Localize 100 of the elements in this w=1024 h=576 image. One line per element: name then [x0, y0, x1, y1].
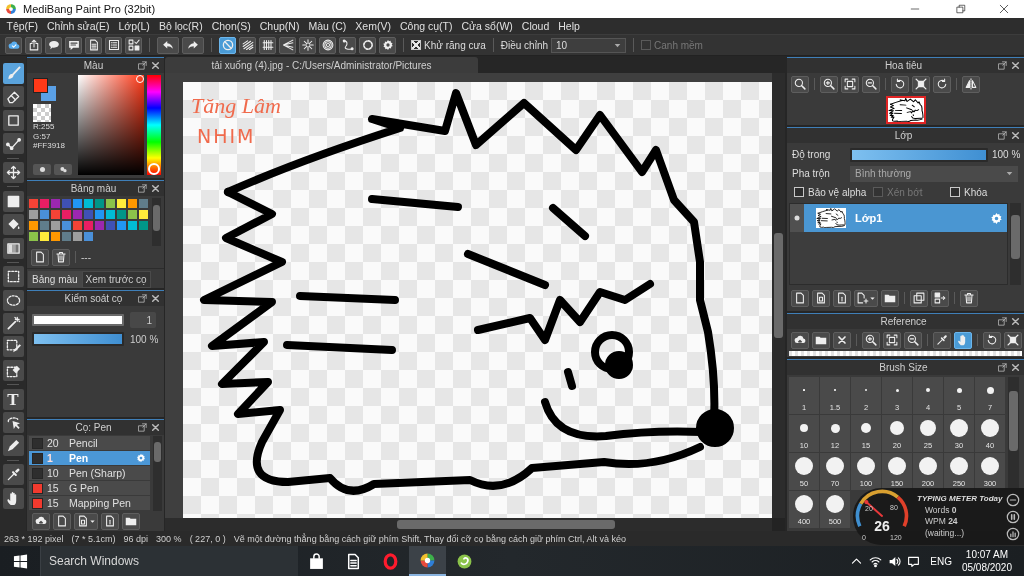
- color-swatch-icon[interactable]: [128, 199, 137, 208]
- hue-slider[interactable]: [147, 75, 161, 175]
- color-swatch-icon[interactable]: [95, 199, 104, 208]
- close-icon[interactable]: [151, 61, 160, 70]
- message-icon[interactable]: [907, 554, 921, 568]
- tool-button[interactable]: [2, 289, 24, 311]
- pause-circle-icon[interactable]: [1006, 509, 1020, 524]
- color-swatch-icon[interactable]: [117, 221, 126, 230]
- color-swatch-icon[interactable]: [40, 199, 49, 208]
- color-swatch-icon[interactable]: [106, 221, 115, 230]
- blend-mode-dropdown[interactable]: Bình thường: [850, 165, 1018, 182]
- color-swatch-icon[interactable]: [139, 199, 148, 208]
- float-window-icon[interactable]: [138, 61, 147, 70]
- color-swatch-icon[interactable]: [117, 199, 126, 208]
- navigator-button[interactable]: [820, 75, 838, 93]
- vertical-scrollbar[interactable]: [772, 73, 785, 518]
- close-icon[interactable]: [1011, 317, 1020, 326]
- layer-action-button[interactable]: [833, 289, 851, 307]
- color-swatch-icon[interactable]: [73, 210, 82, 219]
- navigator-button[interactable]: [962, 75, 980, 93]
- menu-item[interactable]: Tệp(F): [2, 20, 43, 32]
- menu-item[interactable]: Chọn(S): [207, 20, 256, 32]
- panel-tab[interactable]: Bảng màu: [28, 271, 82, 288]
- tool-button[interactable]: [2, 161, 24, 183]
- color-swatch-icon[interactable]: [117, 210, 126, 219]
- reference-button[interactable]: [833, 331, 851, 349]
- document-tab[interactable]: tải xuống (4).jpg - C:/Users/Administrator/Pictures: [165, 57, 478, 73]
- brush-action-button[interactable]: [122, 512, 140, 530]
- menu-item[interactable]: Công cụ(T): [395, 20, 457, 32]
- navigator-button[interactable]: [891, 75, 909, 93]
- tool-button[interactable]: [2, 237, 24, 259]
- tool-button[interactable]: [2, 190, 24, 212]
- redo-button[interactable]: [182, 36, 204, 54]
- color-swatch-icon[interactable]: [84, 199, 93, 208]
- clock-date[interactable]: 05/08/2020: [961, 561, 1012, 574]
- navigator-button[interactable]: [912, 75, 930, 93]
- color-swatch-icon[interactable]: [29, 199, 38, 208]
- layer-action-button[interactable]: [854, 289, 878, 307]
- close-icon[interactable]: [1011, 363, 1020, 372]
- reference-button[interactable]: [983, 331, 1001, 349]
- toolbar-button[interactable]: [45, 36, 62, 54]
- color-swatch-icon[interactable]: [95, 221, 104, 230]
- reference-button[interactable]: [812, 331, 830, 349]
- color-swatch-icon[interactable]: [84, 210, 93, 219]
- scrollbar-thumb[interactable]: [397, 520, 615, 529]
- scrollbar-thumb[interactable]: [153, 205, 160, 231]
- gear-icon[interactable]: [136, 453, 146, 463]
- scrollbar-thumb[interactable]: [774, 233, 783, 338]
- delete-palette-button[interactable]: [52, 248, 70, 266]
- toolbar-button[interactable]: [5, 36, 22, 54]
- layer-action-button[interactable]: [812, 289, 830, 307]
- color-swatch-icon[interactable]: [62, 221, 71, 230]
- color-swatch-icon[interactable]: [73, 221, 82, 230]
- tool-button[interactable]: [2, 86, 24, 108]
- reference-button[interactable]: [904, 331, 922, 349]
- color-swatch-icon[interactable]: [84, 221, 93, 230]
- scrollbar-thumb[interactable]: [1009, 391, 1018, 451]
- color-swatch-icon[interactable]: [51, 199, 60, 208]
- color-swatch-icon[interactable]: [128, 221, 137, 230]
- tool-button[interactable]: [2, 412, 24, 434]
- color-picker-square[interactable]: [78, 75, 144, 175]
- color-swatch-icon[interactable]: [95, 210, 104, 219]
- brush-size-field[interactable]: 1: [130, 312, 156, 328]
- toolbar-button[interactable]: [125, 36, 142, 54]
- brush-action-button[interactable]: [74, 512, 98, 530]
- color-mode-button[interactable]: [54, 164, 72, 175]
- toolbar-button[interactable]: [105, 36, 122, 54]
- brush-action-button[interactable]: [32, 512, 50, 530]
- tool-button[interactable]: [2, 109, 24, 131]
- antialias-checkbox[interactable]: [411, 40, 421, 50]
- scrollbar-thumb[interactable]: [154, 442, 161, 462]
- toolbar-button[interactable]: [65, 36, 82, 54]
- reference-button[interactable]: [862, 331, 880, 349]
- color-swatch-icon[interactable]: [128, 210, 137, 219]
- tool-button[interactable]: [2, 266, 24, 288]
- menu-item[interactable]: Xem(V): [350, 20, 396, 32]
- visibility-dot-icon[interactable]: [793, 214, 801, 222]
- language-indicator[interactable]: ENG: [930, 555, 952, 567]
- brush-list-item[interactable]: 20 Pencil: [29, 436, 150, 451]
- tool-button[interactable]: [2, 214, 24, 236]
- color-swatch-icon[interactable]: [51, 221, 60, 230]
- color-swatch-icon[interactable]: [62, 199, 71, 208]
- layer-action-button[interactable]: [960, 289, 978, 307]
- color-swatch-icon[interactable]: [29, 232, 38, 241]
- color-swatch-icon[interactable]: [106, 199, 115, 208]
- brush-list-item[interactable]: 15 G Pen: [29, 481, 150, 496]
- float-window-icon[interactable]: [998, 363, 1007, 372]
- search-field[interactable]: Search Windows: [40, 546, 298, 576]
- float-window-icon[interactable]: [138, 184, 147, 193]
- gear-icon[interactable]: [990, 211, 1003, 225]
- close-icon[interactable]: [151, 423, 160, 432]
- snap-mode-button[interactable]: [219, 36, 236, 54]
- snap-mode-button[interactable]: [359, 36, 376, 54]
- hue-handle[interactable]: [148, 163, 160, 175]
- close-icon[interactable]: [1011, 61, 1020, 70]
- snap-mode-button[interactable]: [319, 36, 336, 54]
- float-window-icon[interactable]: [998, 61, 1007, 70]
- tool-button[interactable]: [2, 63, 24, 84]
- navigator-thumbnail[interactable]: [885, 96, 926, 124]
- color-swatch-icon[interactable]: [40, 232, 49, 241]
